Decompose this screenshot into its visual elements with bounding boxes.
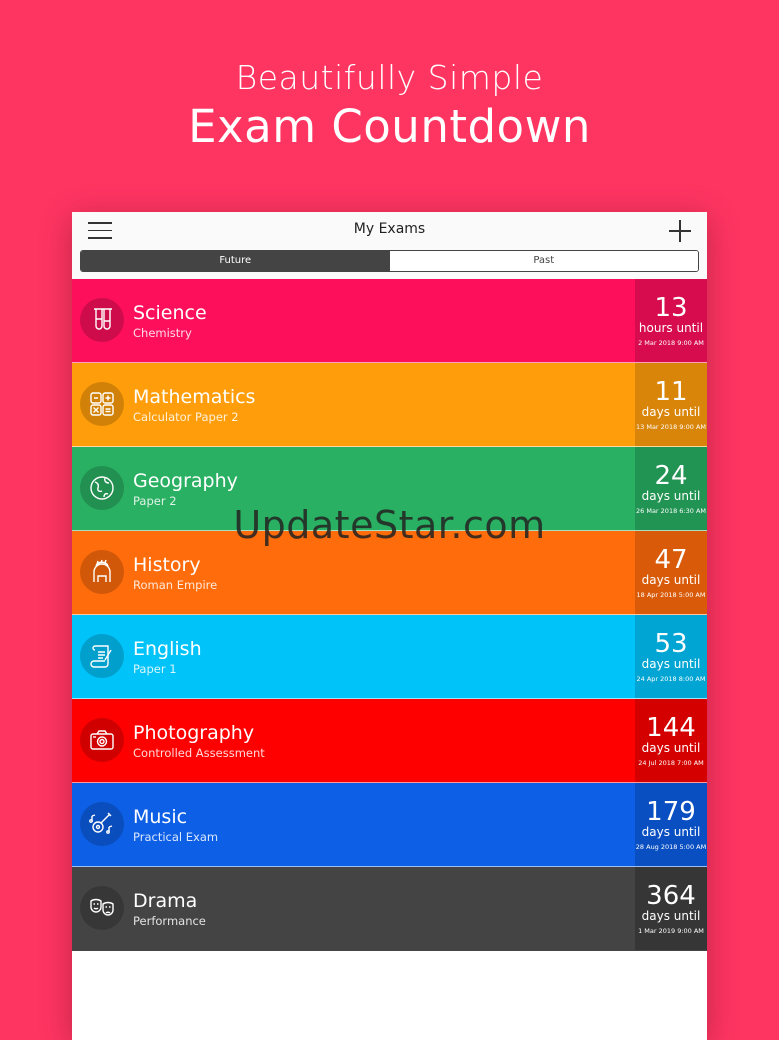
countdown-value: 144 <box>646 713 696 743</box>
countdown-box: 11 days until 13 Mar 2018 9:00 AM <box>635 363 707 446</box>
exam-date: 13 Mar 2018 9:00 AM <box>636 423 706 431</box>
exam-subject: History <box>133 554 201 576</box>
segment-past[interactable]: Past <box>389 251 698 271</box>
exam-subject: English <box>133 638 202 660</box>
countdown-value: 53 <box>654 629 688 659</box>
exam-row-drama[interactable]: Drama Performance 364 days until 1 Mar 2… <box>72 867 707 951</box>
countdown-unit: days until <box>641 825 701 839</box>
countdown-value: 364 <box>646 881 696 911</box>
countdown-value: 47 <box>654 545 688 575</box>
exam-detail: Performance <box>133 914 206 928</box>
exam-detail: Chemistry <box>133 326 192 340</box>
theatre-masks-icon <box>80 886 124 930</box>
exam-detail: Roman Empire <box>133 578 218 592</box>
test-tubes-icon <box>80 298 124 342</box>
countdown-unit: days until <box>641 405 701 419</box>
countdown-unit: days until <box>641 741 701 755</box>
countdown-box: 13 hours until 2 Mar 2018 9:00 AM <box>635 279 707 362</box>
guitar-notes-icon <box>80 802 124 846</box>
watermark-text: UpdateStar.com <box>233 503 546 547</box>
exam-date: 18 Apr 2018 5:00 AM <box>636 591 706 599</box>
exam-row-mathematics[interactable]: Mathematics Calculator Paper 2 11 days u… <box>72 363 707 447</box>
exam-row-photography[interactable]: Photography Controlled Assessment 144 da… <box>72 699 707 783</box>
exam-subject: Mathematics <box>133 386 256 408</box>
countdown-value: 11 <box>654 377 688 407</box>
countdown-box: 53 days until 24 Apr 2018 8:00 AM <box>635 615 707 698</box>
exam-date: 28 Aug 2018 5:00 AM <box>635 843 707 851</box>
exam-subject: Music <box>133 806 188 828</box>
exam-date: 24 Apr 2018 8:00 AM <box>636 675 706 683</box>
hero-subtitle: Beautifully Simple <box>235 58 544 97</box>
exam-detail: Practical Exam <box>133 830 219 844</box>
calculator-icon <box>80 382 124 426</box>
countdown-unit: days until <box>641 573 701 587</box>
exam-detail: Paper 1 <box>133 662 177 676</box>
exam-subject: Drama <box>133 890 198 912</box>
roman-helmet-icon <box>80 550 124 594</box>
countdown-box: 179 days until 28 Aug 2018 5:00 AM <box>635 783 707 866</box>
countdown-value: 24 <box>654 461 688 491</box>
hero-title: Exam Countdown <box>188 100 591 153</box>
exam-list: Science Chemistry 13 hours until 2 Mar 2… <box>72 279 707 951</box>
countdown-box: 144 days until 24 Jul 2018 7:00 AM <box>635 699 707 782</box>
exam-subject: Science <box>133 302 207 324</box>
countdown-value: 13 <box>654 293 688 323</box>
add-exam-icon[interactable] <box>669 220 691 242</box>
exam-detail: Controlled Assessment <box>133 746 265 760</box>
exam-row-english[interactable]: English Paper 1 53 days until 24 Apr 201… <box>72 615 707 699</box>
countdown-value: 179 <box>646 797 696 827</box>
exam-subject: Photography <box>133 722 255 744</box>
countdown-unit: days until <box>641 909 701 923</box>
countdown-unit: days until <box>641 657 701 671</box>
scroll-quill-icon <box>80 634 124 678</box>
exam-detail: Calculator Paper 2 <box>133 410 239 424</box>
camera-icon <box>80 718 124 762</box>
segment-future[interactable]: Future <box>81 251 390 271</box>
future-past-segmented-control: Future Past <box>80 250 699 272</box>
exam-date: 1 Mar 2019 9:00 AM <box>638 927 704 935</box>
navbar: My Exams Future Past <box>72 212 707 279</box>
countdown-unit: days until <box>641 489 701 503</box>
page-title: My Exams <box>353 221 426 237</box>
app-window: My Exams Future Past Science Chemistry 1… <box>72 212 707 1040</box>
exam-row-science[interactable]: Science Chemistry 13 hours until 2 Mar 2… <box>72 279 707 363</box>
exam-subject: Geography <box>133 470 238 492</box>
exam-row-music[interactable]: Music Practical Exam 179 days until 28 A… <box>72 783 707 867</box>
exam-date: 2 Mar 2018 9:00 AM <box>638 339 704 347</box>
countdown-unit: hours until <box>638 321 704 335</box>
exam-date: 24 Jul 2018 7:00 AM <box>638 759 704 767</box>
countdown-box: 364 days until 1 Mar 2019 9:00 AM <box>635 867 707 950</box>
